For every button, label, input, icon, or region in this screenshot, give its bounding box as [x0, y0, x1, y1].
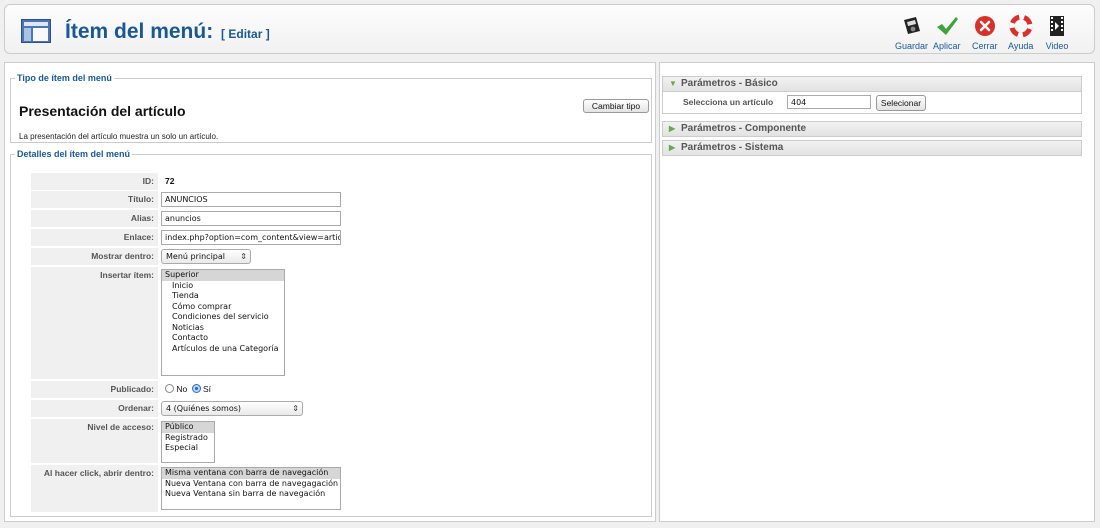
params-component-header[interactable]: ▶ Parámetros - Componente	[662, 121, 1082, 137]
order-value: 4 (Quiénes somos)	[166, 404, 242, 413]
access-option[interactable]: Público	[162, 422, 214, 433]
id-value: 72	[165, 176, 175, 186]
apply-button[interactable]: Aplicar	[933, 14, 961, 51]
insert-option[interactable]: Inicio	[162, 281, 284, 292]
params-basic-header[interactable]: ▼ Parámetros - Básico	[662, 76, 1082, 92]
insert-option[interactable]: Cómo comprar	[162, 302, 284, 313]
published-label: Publicado:	[31, 381, 158, 399]
select-article-input[interactable]: 404	[787, 95, 871, 109]
save-icon	[900, 14, 924, 38]
published-radios: No Sí	[165, 381, 211, 398]
menu-item-page-icon	[21, 19, 51, 43]
select-article-button[interactable]: Selecionar	[876, 95, 926, 111]
alias-label: Alias:	[31, 210, 158, 228]
insert-option[interactable]: Tienda	[162, 291, 284, 302]
help-button[interactable]: Ayuda	[1008, 14, 1033, 51]
params-basic-body: Selecciona un artículo 404 Selecionar	[662, 92, 1082, 114]
close-label: Cerrar	[972, 41, 998, 51]
show-in-select[interactable]: Menú principal ⇕	[161, 249, 251, 264]
params-basic-title: Parámetros - Básico	[681, 78, 778, 89]
published-yes-radio[interactable]	[191, 384, 201, 393]
right-panel: ▼ Parámetros - Básico Selecciona un artí…	[659, 62, 1095, 522]
apply-label: Aplicar	[933, 41, 961, 51]
insert-option[interactable]: Contacto	[162, 333, 284, 344]
published-no-radio[interactable]	[165, 384, 174, 393]
params-system-header[interactable]: ▶ Parámetros - Sistema	[662, 140, 1082, 156]
title-input[interactable]: ANUNCIOS	[161, 192, 341, 207]
insert-label: Insertar ítem:	[31, 267, 158, 380]
access-option[interactable]: Registrado	[162, 433, 214, 444]
save-button[interactable]: Guardar	[895, 14, 928, 51]
insert-listbox[interactable]: Superior Inicio Tienda Cómo comprar Cond…	[161, 269, 285, 376]
left-panel: Tipo de ítem del menú Presentación del a…	[4, 62, 656, 522]
click-option[interactable]: Misma ventana con barra de navegación	[162, 468, 340, 479]
menu-type-legend: Tipo de ítem del menú	[17, 73, 112, 83]
change-type-button[interactable]: Cambiar tipo	[583, 99, 649, 113]
insert-option[interactable]: Condiciones del servicio	[162, 312, 284, 323]
collapsed-triangle-icon: ▶	[669, 124, 676, 133]
expanded-triangle-icon: ▼	[669, 79, 677, 88]
page-title: Ítem del menú: [ Editar ]	[65, 20, 270, 44]
order-label: Ordenar:	[31, 400, 158, 418]
link-input[interactable]: index.php?option=com_content&view=articl	[161, 230, 341, 245]
access-listbox[interactable]: Público Registrado Especial	[161, 421, 215, 463]
alias-input[interactable]: anuncios	[161, 211, 341, 226]
select-arrows-icon: ⇕	[240, 252, 247, 261]
close-icon	[973, 14, 997, 38]
menu-type-description: La presentación del artículo muestra un …	[19, 132, 219, 141]
click-option[interactable]: Nueva Ventana sin barra de navegación	[162, 489, 340, 500]
insert-option[interactable]: Artículos de una Categoría	[162, 344, 284, 355]
show-in-value: Menú principal	[166, 252, 225, 261]
insert-option[interactable]: Superior	[162, 270, 284, 281]
access-option[interactable]: Especial	[162, 443, 214, 454]
toolbar: Ítem del menú: [ Editar ] Guardar Aplica…	[4, 4, 1095, 54]
help-lifebuoy-icon	[1009, 14, 1033, 38]
menu-type-title: Presentación del artículo	[19, 103, 186, 119]
page-subtitle: [ Editar ]	[221, 27, 270, 41]
help-label: Ayuda	[1008, 41, 1034, 51]
page-title-text: Ítem del menú:	[65, 20, 214, 43]
video-icon	[1045, 14, 1069, 38]
collapsed-triangle-icon: ▶	[669, 143, 676, 152]
insert-option[interactable]: Noticias	[162, 323, 284, 334]
select-article-label: Selecciona un artículo	[683, 97, 774, 107]
details-fieldset: Detalles del ítem del menú ID: 72 Título…	[10, 149, 652, 517]
apply-check-icon	[935, 14, 959, 38]
id-label: ID:	[31, 173, 158, 191]
params-system-title: Parámetros - Sistema	[681, 142, 784, 153]
save-label: Guardar	[895, 41, 929, 51]
order-select[interactable]: 4 (Quiénes somos) ⇕	[161, 401, 303, 416]
published-yes-label: Sí	[203, 384, 212, 394]
show-in-label: Mostrar dentro:	[31, 248, 158, 266]
menu-type-fieldset: Tipo de ítem del menú Presentación del a…	[10, 73, 652, 143]
published-no-label: No	[176, 384, 188, 394]
title-label: Título:	[31, 191, 158, 209]
select-arrows-icon: ⇕	[292, 404, 299, 413]
access-label: Nivel de acceso:	[31, 419, 158, 464]
video-label: Video	[1045, 41, 1069, 51]
click-listbox[interactable]: Misma ventana con barra de navegación Nu…	[161, 467, 341, 510]
close-button[interactable]: Cerrar	[972, 14, 998, 51]
video-button[interactable]: Video	[1045, 14, 1069, 51]
params-component-title: Parámetros - Componente	[681, 123, 807, 134]
click-option[interactable]: Nueva Ventana con barra de navegagación	[162, 479, 340, 490]
click-label: Al hacer click, abrir dentro:	[31, 465, 158, 513]
link-label: Enlace:	[31, 229, 158, 247]
details-legend: Detalles del ítem del menú	[17, 149, 131, 159]
